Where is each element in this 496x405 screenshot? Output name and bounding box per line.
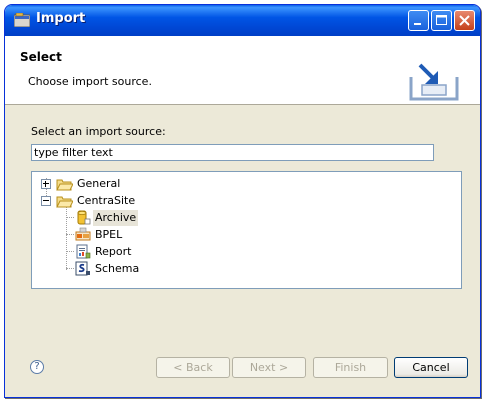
tree-item-centrasite[interactable]: CentraSite [32,193,232,209]
tree-item-bpel[interactable]: BPEL [32,227,232,243]
import-source-tree[interactable]: General CentraSite Archive BPEL Report S… [31,171,462,289]
tree-item-label: General [77,177,121,190]
minimize-icon [414,23,421,25]
close-button[interactable] [454,10,475,31]
wizard-banner: Select Choose import source. [5,36,480,105]
import-wizard-icon [409,63,459,101]
help-button[interactable]: ? [30,360,44,374]
tree-item-report[interactable]: Report [32,244,232,260]
page-description: Choose import source. [28,75,152,88]
archive-icon [77,210,91,225]
collapse-icon[interactable] [41,196,51,206]
close-icon [459,15,470,26]
back-button[interactable]: < Back [156,357,230,378]
tree-item-label: Report [95,245,132,258]
finish-button[interactable]: Finish [313,357,388,378]
expand-icon[interactable] [41,179,51,189]
tree-item-general[interactable]: General [32,176,232,192]
window-title: Import [36,11,86,26]
cancel-button[interactable]: Cancel [394,357,468,378]
next-button[interactable]: Next > [232,357,306,378]
bpel-icon [75,227,91,241]
title-bar[interactable]: Import [5,5,480,36]
import-source-label: Select an import source: [31,125,166,138]
tree-item-schema[interactable]: Schema [32,261,232,277]
schema-icon [75,261,90,276]
tree-item-label: BPEL [95,228,123,241]
maximize-icon [436,15,447,25]
tree-item-archive[interactable]: Archive [32,210,232,226]
page-title: Select [20,50,62,64]
tree-item-label: CentraSite [77,194,136,207]
folder-open-icon [56,196,73,208]
maximize-button[interactable] [431,10,452,31]
eclipse-window-icon [14,13,30,27]
folder-icon [56,179,73,191]
tree-item-label: Schema [95,262,140,275]
report-icon [76,244,91,259]
filter-input[interactable] [31,144,434,161]
import-dialog: Import Select Choose import source. Sele… [4,4,481,398]
minimize-button[interactable] [408,10,429,31]
tree-item-label: Archive [93,210,139,226]
